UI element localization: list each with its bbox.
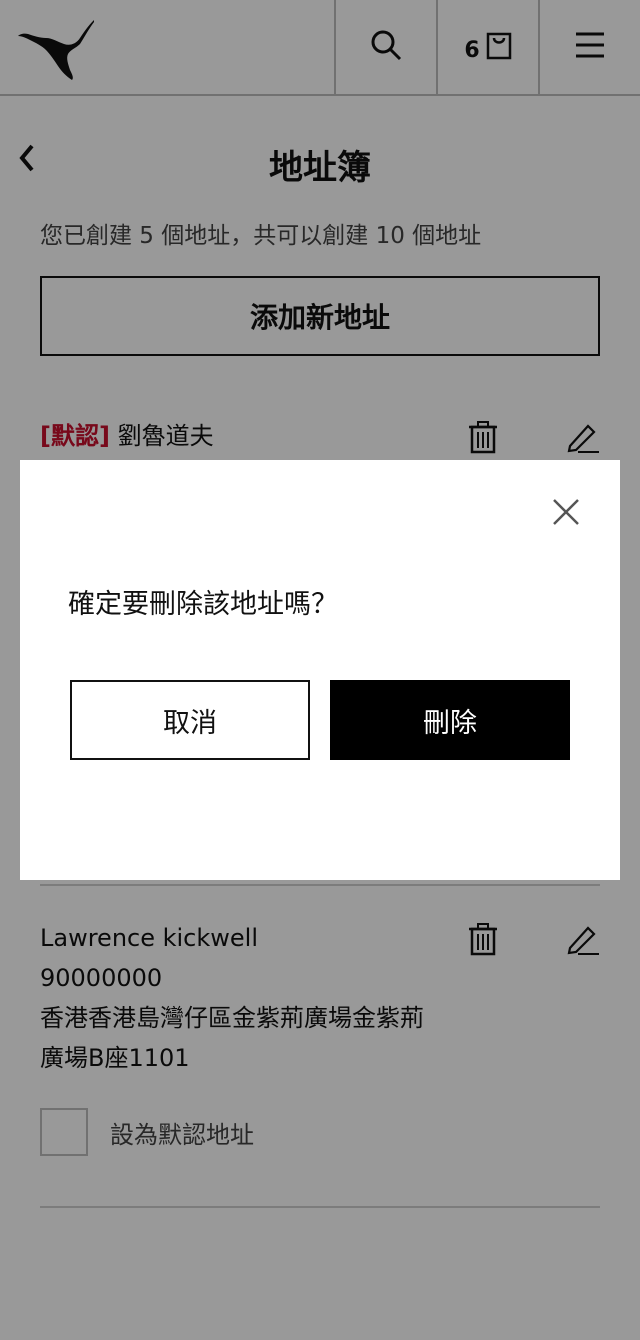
cancel-button[interactable]: 取消 [70,680,310,760]
delete-confirm-dialog: 確定要刪除該地址嗎？ 取消 刪除 [20,460,620,880]
close-dialog-button[interactable] [548,494,584,530]
close-icon [548,499,584,534]
dialog-message: 確定要刪除該地址嗎？ [68,589,338,620]
confirm-delete-button[interactable]: 刪除 [330,680,570,760]
